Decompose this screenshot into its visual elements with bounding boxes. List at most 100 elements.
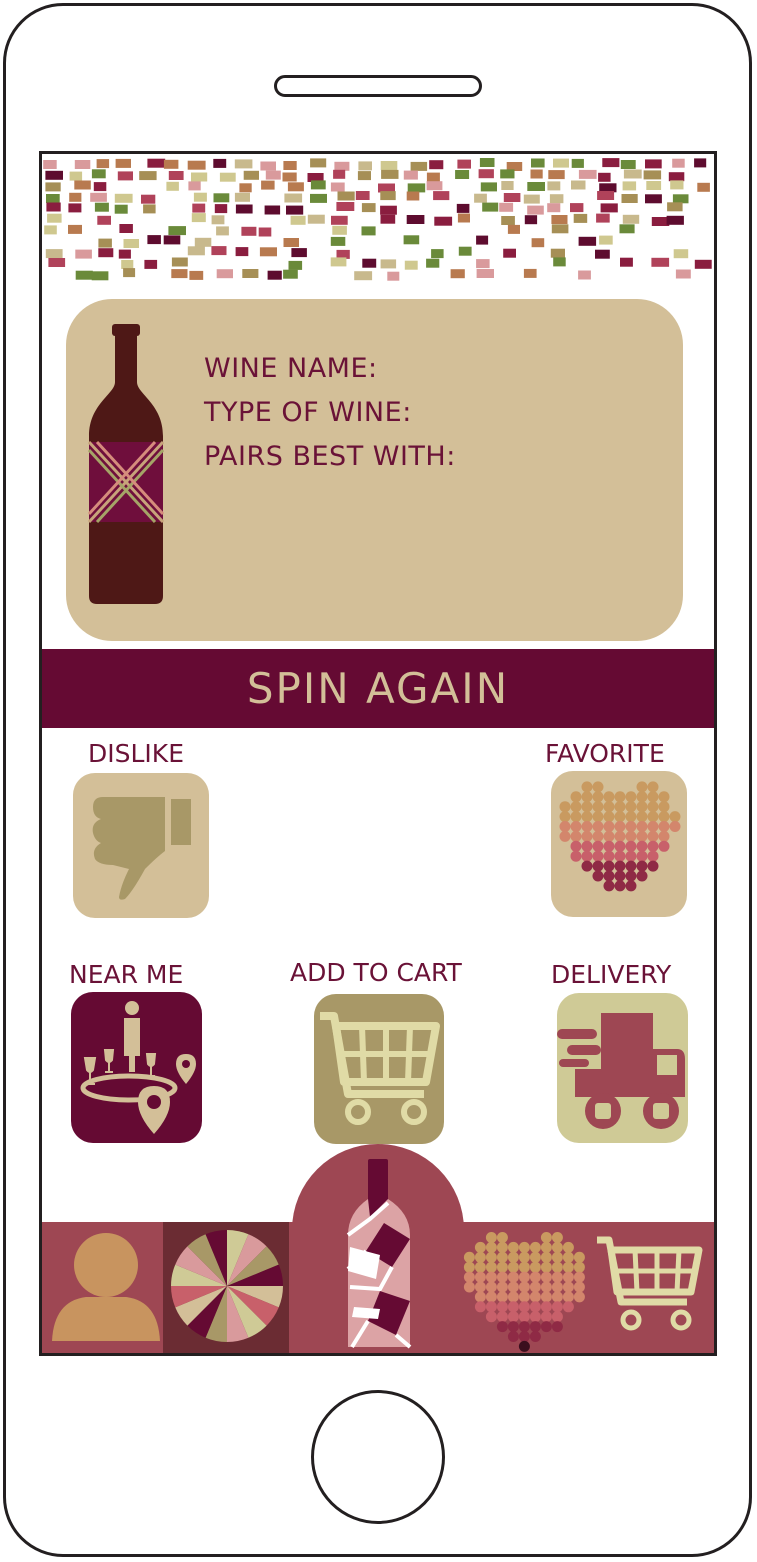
heart-dot — [647, 850, 659, 862]
heart-dot — [507, 1331, 519, 1342]
confetti-tile — [458, 246, 472, 256]
confetti-tile — [337, 191, 355, 201]
confetti-tile — [645, 159, 662, 169]
confetti-tile — [147, 235, 161, 245]
confetti-tile — [330, 236, 346, 246]
heart-dot — [485, 1251, 497, 1263]
heart-dot — [485, 1261, 497, 1273]
heart-dot — [636, 801, 648, 813]
confetti-tile — [380, 259, 397, 269]
confetti-tile — [573, 213, 588, 223]
confetti-tile — [75, 270, 93, 280]
cart-icon[interactable] — [595, 1234, 705, 1334]
add-to-cart-label: ADD TO CART — [290, 958, 462, 987]
confetti-tile — [598, 172, 611, 182]
heart-dot — [485, 1311, 497, 1323]
confetti-tile — [553, 158, 569, 168]
heart-dot — [570, 850, 582, 862]
confetti-tile — [43, 160, 57, 169]
wine-info-lines: WINE NAME: TYPE OF WINE: PAIRS BEST WITH… — [204, 347, 456, 479]
heart-dot — [540, 1271, 552, 1283]
heart-dot — [614, 801, 626, 813]
confetti-tile — [168, 171, 184, 180]
confetti-tile — [551, 224, 569, 234]
heart-dot — [581, 840, 593, 852]
heart-dot — [474, 1271, 486, 1283]
spin-wheel-icon[interactable] — [169, 1228, 285, 1344]
phone-speaker — [274, 75, 482, 97]
heart-dot — [614, 791, 626, 803]
heart-dot — [463, 1251, 475, 1263]
heart-dot — [636, 850, 648, 862]
near-me-button[interactable] — [71, 992, 202, 1143]
heart-dot — [625, 850, 637, 862]
delivery-button[interactable] — [557, 993, 688, 1143]
confetti-tile — [334, 161, 350, 171]
confetti-tile — [310, 180, 326, 190]
heart-dot — [636, 830, 648, 842]
confetti-tile — [147, 158, 166, 168]
heart-dot — [474, 1291, 486, 1303]
heart-dot — [573, 1251, 585, 1263]
heart-dot — [573, 1271, 585, 1283]
confetti-tile — [433, 191, 450, 201]
confetti-tile — [531, 158, 545, 168]
confetti-tile — [474, 193, 487, 203]
heart-dot — [559, 811, 571, 823]
confetti-tile — [599, 235, 613, 245]
spin-again-button[interactable]: SPIN AGAIN — [42, 649, 714, 728]
add-to-cart-button[interactable] — [314, 994, 444, 1144]
confetti-tile — [431, 249, 444, 259]
confetti-tile — [501, 216, 515, 225]
confetti-tile — [599, 183, 617, 193]
confetti-tile — [620, 160, 636, 169]
confetti-tile — [331, 215, 348, 225]
confetti-tile — [571, 180, 586, 190]
heart-icon — [559, 781, 681, 892]
confetti-tile — [118, 249, 131, 259]
confetti-tile — [362, 258, 377, 268]
confetti-tile — [333, 169, 346, 179]
heart-dot — [474, 1301, 486, 1313]
confetti-tile — [524, 215, 538, 225]
home-button[interactable] — [311, 1390, 445, 1524]
confetti-tile — [381, 169, 399, 179]
confetti-tile — [500, 169, 515, 179]
confetti-tile — [44, 225, 57, 235]
heart-dot — [562, 1291, 574, 1303]
heart-dot — [647, 781, 659, 793]
confetti-header-pattern — [43, 158, 712, 281]
confetti-tile — [235, 204, 253, 214]
wine-map-icon[interactable] — [340, 1159, 416, 1349]
confetti-tile — [291, 248, 307, 258]
heart-dot — [614, 840, 626, 852]
confetti-tile — [596, 213, 610, 223]
heart-dot — [474, 1241, 486, 1253]
confetti-tile — [96, 159, 110, 169]
dislike-button[interactable] — [73, 773, 209, 918]
confetti-tile — [114, 193, 133, 203]
confetti-tile — [141, 194, 156, 204]
confetti-tile — [357, 171, 371, 181]
heart-dot — [496, 1281, 508, 1293]
confetti-tile — [675, 269, 691, 279]
heart-dot — [570, 791, 582, 803]
heart-dot — [625, 880, 637, 892]
heart-dot — [625, 791, 637, 803]
heart-dot — [592, 781, 604, 793]
confetti-tile — [163, 235, 181, 245]
heart-dot — [551, 1241, 563, 1253]
heart-dot — [581, 801, 593, 813]
confetti-tile — [553, 257, 566, 267]
heart-dot — [496, 1261, 508, 1273]
heart-dot — [570, 830, 582, 842]
favorites-heart-icon[interactable] — [462, 1232, 590, 1352]
heart-dot — [570, 811, 582, 823]
heart-dot — [636, 860, 648, 872]
confetti-tile — [171, 257, 188, 267]
heart-dot — [592, 840, 604, 852]
confetti-tile — [97, 215, 111, 225]
heart-dot — [529, 1251, 541, 1263]
favorite-button[interactable] — [551, 771, 687, 917]
profile-icon[interactable] — [48, 1227, 162, 1345]
